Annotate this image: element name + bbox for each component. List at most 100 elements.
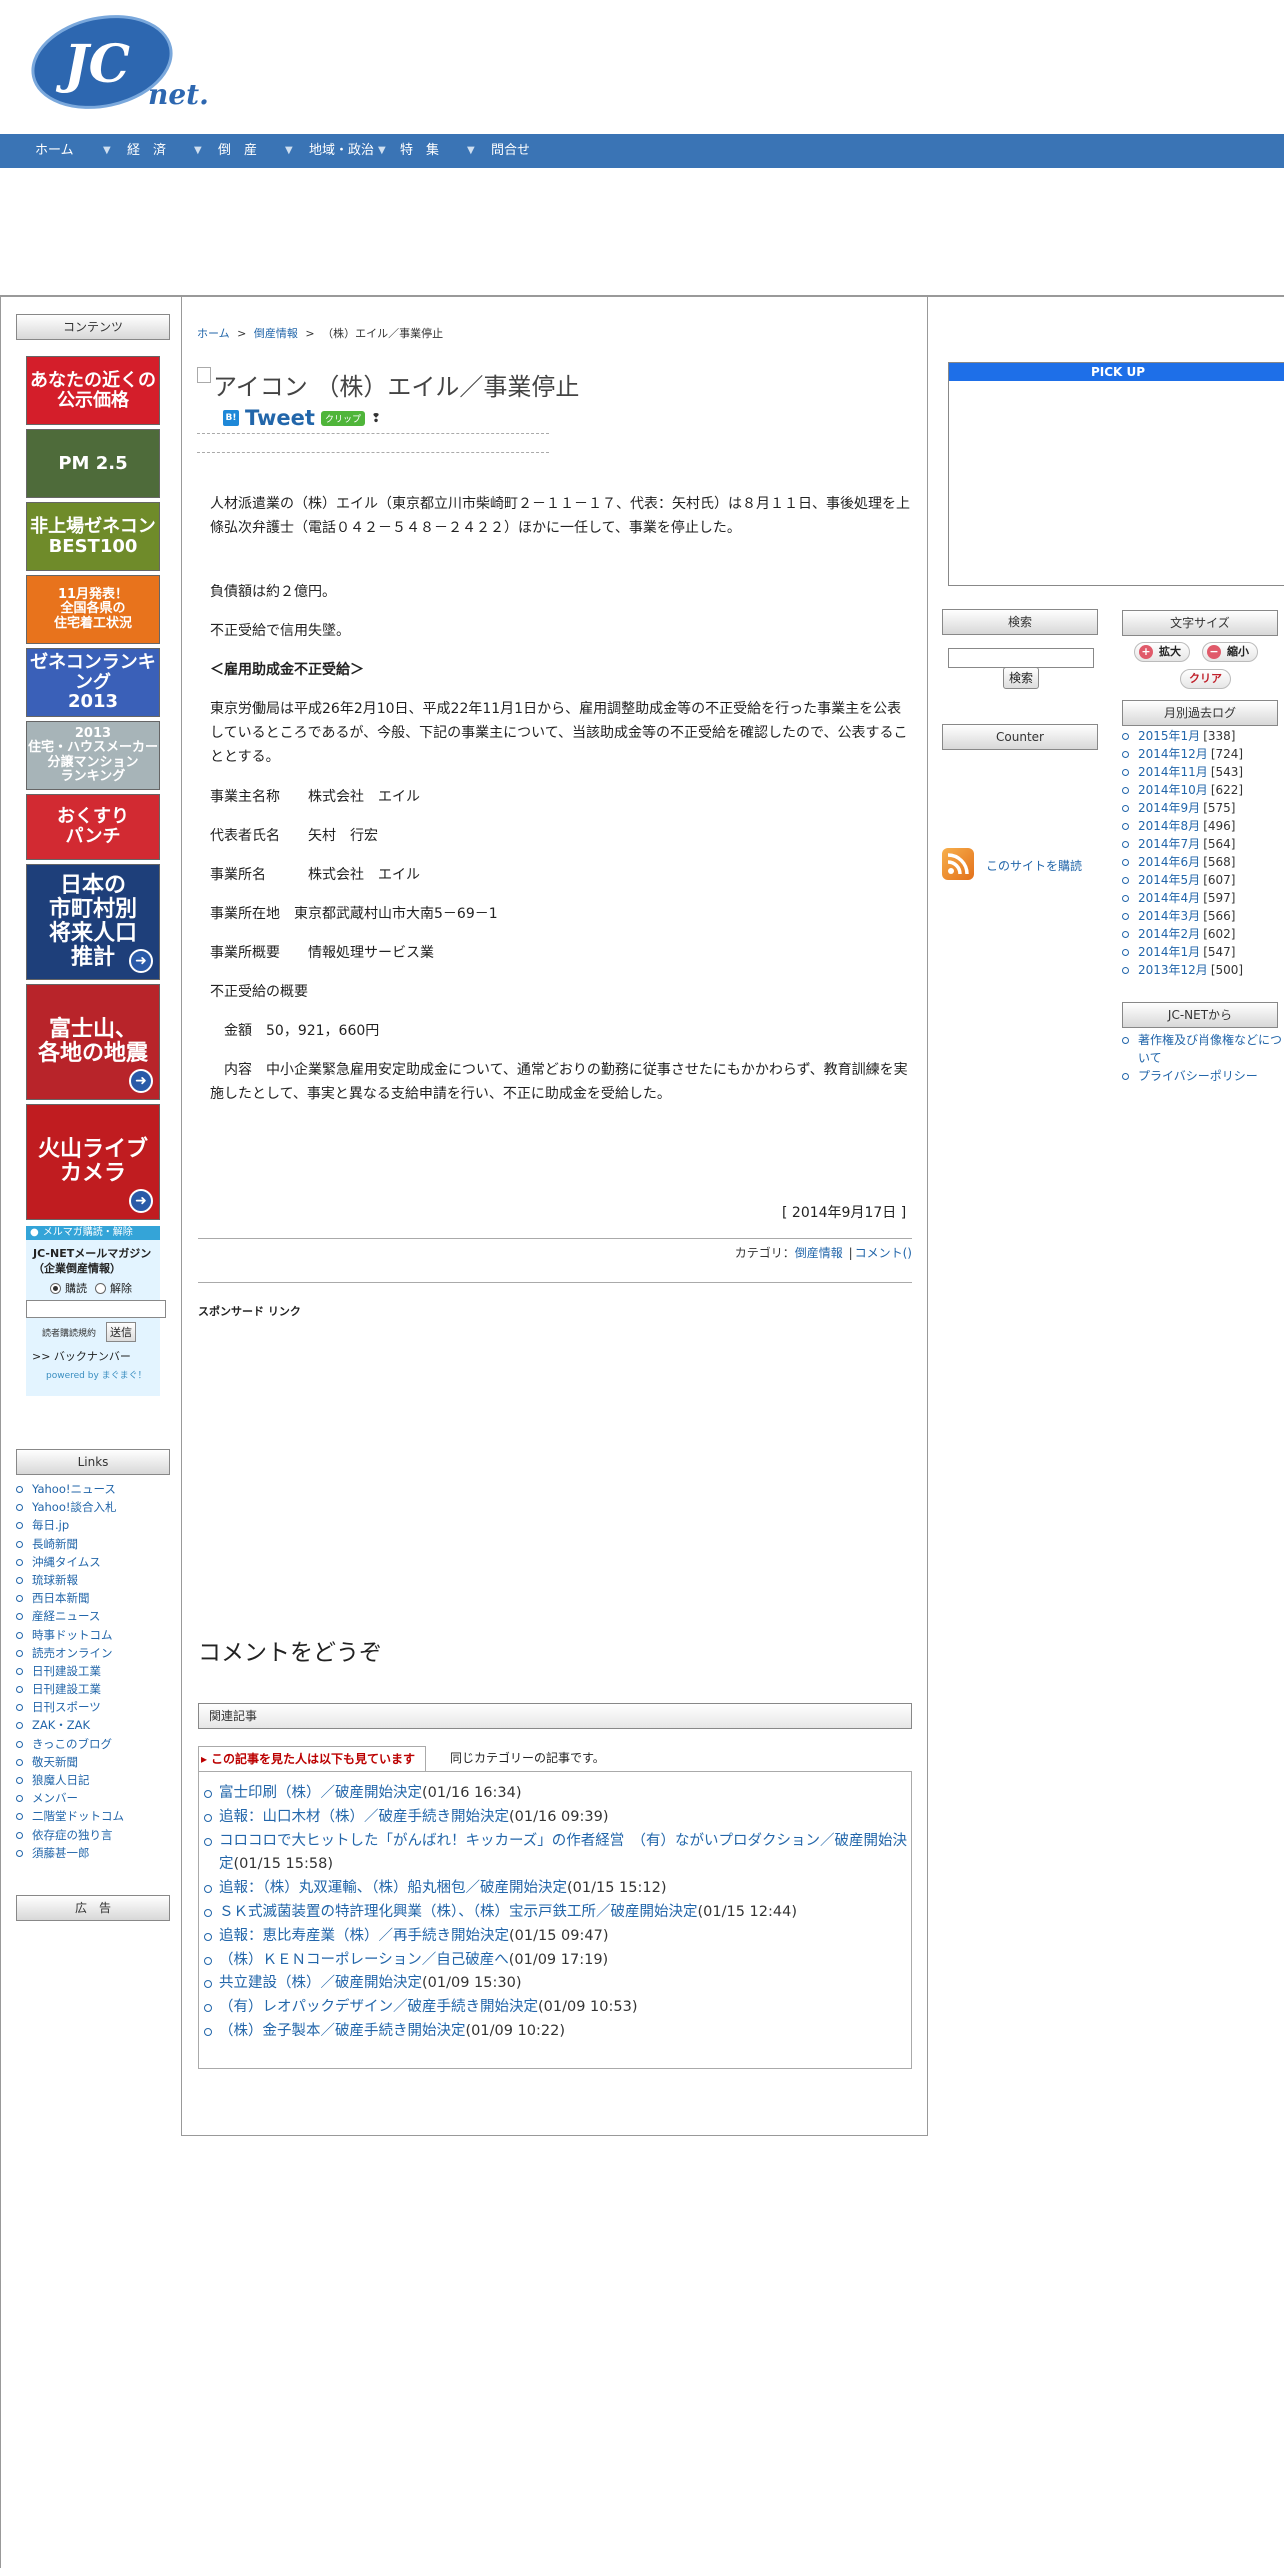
banner-2[interactable]: 非上場ゼネコン BEST100 [26,502,160,571]
related-link[interactable]: （株）ＫＥＮコーポレーション／自己破産へ [219,1952,509,1968]
related-link[interactable]: 共立建設（株）／破産開始決定 [219,1975,422,1991]
link-item[interactable]: 依存症の独り言 [16,1826,176,1844]
archive-link[interactable]: 2014年1月 [1138,945,1200,959]
archive-link[interactable]: 2014年12月 [1138,747,1208,761]
nav-region-politics[interactable]: 地域・政治 [309,134,374,168]
unsubscribe-radio[interactable] [95,1282,106,1294]
banner-5[interactable]: 2013 住宅・ハウスメーカー 分譲マンション ランキング [26,721,160,790]
archive-item: 2014年1月 [547] [1122,943,1243,961]
related-link[interactable]: （有）レオパックデザイン／破産手続き開始決定 [219,1999,538,2015]
archive-link[interactable]: 2015年1月 [1138,729,1200,743]
link-item[interactable]: 日刊スポーツ [16,1698,176,1716]
archive-item: 2014年8月 [496] [1122,817,1243,835]
link-item[interactable]: Yahoo!ニュース [16,1480,176,1498]
archive-link[interactable]: 2014年4月 [1138,891,1200,905]
link-item[interactable]: ZAK・ZAK [16,1716,176,1734]
archive-link[interactable]: 2014年3月 [1138,909,1200,923]
archive-link[interactable]: 2014年11月 [1138,765,1208,779]
archive-link[interactable]: 2013年12月 [1138,963,1208,977]
banner-3[interactable]: 11月発表！ 全国各県の 住宅着工状況 [26,575,160,644]
banner-4[interactable]: ゼネコンランキング 2013 [26,648,160,717]
archive-link[interactable]: 2014年9月 [1138,801,1200,815]
banner-1[interactable]: PM 2.5 [26,429,160,498]
breadcrumb-home[interactable]: ホーム [197,327,230,340]
font-smaller-button[interactable]: − 縮小 [1202,642,1258,662]
archive-link[interactable]: 2014年10月 [1138,783,1208,797]
related-link[interactable]: 追報：山口木材（株）／破産手続き開始決定 [219,1809,509,1825]
tab-same-category[interactable]: 同じカテゴリーの記事です。 [450,1746,605,1772]
nav-home[interactable]: ホーム [35,134,74,168]
link-item[interactable]: 毎日.jp [16,1516,176,1534]
banner-9[interactable]: 火山ライブ カメラ ➜ [26,1104,160,1220]
banner-7[interactable]: 日本の 市町村別 将来人口 推計 ➜ [26,864,160,980]
jcnet-link-item[interactable]: プライバシーポリシー [1122,1067,1284,1085]
related-date: (01/16 09:39) [509,1808,609,1825]
link-item[interactable]: きっこのブログ [16,1735,176,1753]
archive-link[interactable]: 2014年2月 [1138,927,1200,941]
link-item[interactable]: 日刊建設工業 [16,1680,176,1698]
banner-6[interactable]: おくすり パンチ [26,794,160,860]
link-item[interactable]: 狼魔人日記 [16,1771,176,1789]
tab-also-viewed[interactable]: この記事を見た人は以下も見ています [198,1746,427,1772]
archive-link[interactable]: 2014年7月 [1138,837,1200,851]
site-logo[interactable]: JC net. [30,14,220,118]
mailmag-title: JC-NETメールマガジン（企業倒産情報） [33,1247,152,1275]
banner-8[interactable]: 富士山、 各地の地震 ➜ [26,984,160,1100]
archive-link[interactable]: 2014年8月 [1138,819,1200,833]
mailmag-terms-link[interactable]: 読者購読規約 [42,1326,96,1339]
related-link[interactable]: （株）金子製本／破産手続き開始決定 [219,2023,466,2039]
tweet-button[interactable]: Tweet [245,406,315,430]
link-item[interactable]: 二階堂ドットコム [16,1807,176,1825]
related-date: (01/15 12:44) [697,1903,798,1920]
archive-item: 2014年10月 [622] [1122,781,1243,799]
link-item[interactable]: 時事ドットコム [16,1626,176,1644]
jcnet-link-item[interactable]: 著作権及び肖像権などについて [1122,1031,1284,1067]
hatena-bookmark-icon[interactable]: B! [223,410,239,426]
nav-economy[interactable]: 経 済 [127,134,166,168]
rss-subscribe-link[interactable]: このサイトを購読 [986,857,1082,874]
link-item[interactable]: メンバー [16,1789,176,1807]
subscribe-radio[interactable] [50,1282,61,1294]
link-item[interactable]: 琉球新報 [16,1571,176,1589]
link-item[interactable]: 読売オンライン [16,1644,176,1662]
mixi-check-icon[interactable]: ❢ [371,411,381,425]
archive-count: [622] [1210,783,1244,797]
mailmag-submit-button[interactable]: 送信 [106,1322,137,1342]
rss-icon[interactable] [942,848,974,880]
archive-count: [564] [1203,837,1236,851]
article-paragraph: 代表者氏名 矢村 行宏 [210,828,378,844]
link-item[interactable]: 沖縄タイムス [16,1553,176,1571]
related-link[interactable]: 追報：（株）丸双運輸、（株）船丸梱包／破産開始決定 [219,1880,567,1896]
breadcrumb-category[interactable]: 倒産情報 [254,327,298,340]
font-clear-button[interactable]: クリア [1180,669,1231,689]
related-link[interactable]: 追報：恵比寿産業（株）／再手続き開始決定 [219,1928,509,1944]
clip-button[interactable]: クリップ [320,410,365,426]
link-item[interactable]: 西日本新聞 [16,1589,176,1607]
mailmag-backnumber-link[interactable]: >> バックナンバー [26,1342,160,1364]
link-item[interactable]: 日刊建設工業 [16,1662,176,1680]
comment-link[interactable]: コメント() [855,1246,912,1260]
nav-contact[interactable]: 問合せ [491,134,530,168]
font-larger-button[interactable]: + 拡大 [1134,642,1190,662]
related-link[interactable]: ＳＫ式滅菌装置の特許理化興業（株）、（株）宝示戸鉄工所／破産開始決定 [219,1904,698,1920]
link-item[interactable]: Yahoo!談合入札 [16,1498,176,1516]
nav-feature[interactable]: 特 集 [400,134,439,168]
search-button[interactable]: 検索 [1003,667,1040,689]
link-item[interactable]: 産経ニュース [16,1607,176,1625]
archive-count: [543] [1210,765,1244,779]
category-link[interactable]: 倒産情報 [795,1246,843,1260]
archive-link[interactable]: 2014年5月 [1138,873,1200,887]
related-link[interactable]: 富士印刷（株）／破産開始決定 [219,1785,422,1801]
mailmag-email-input[interactable] [26,1300,166,1318]
minus-icon: − [1207,645,1221,659]
arrow-right-icon: ➜ [129,1189,153,1213]
link-item[interactable]: 長崎新聞 [16,1535,176,1553]
related-item: ＳＫ式滅菌装置の特許理化興業（株）、（株）宝示戸鉄工所／破産開始決定(01/15… [198,1901,912,1925]
nav-bankruptcy[interactable]: 倒 産 [218,134,257,168]
search-input[interactable] [948,648,1094,668]
link-item[interactable]: 須藤甚一郎 [16,1844,176,1862]
link-item[interactable]: 敬天新聞 [16,1753,176,1771]
archive-link[interactable]: 2014年6月 [1138,855,1200,869]
chevron-down-icon: ▼ [467,145,475,156]
banner-0[interactable]: あなたの近くの 公示価格 [26,356,160,425]
